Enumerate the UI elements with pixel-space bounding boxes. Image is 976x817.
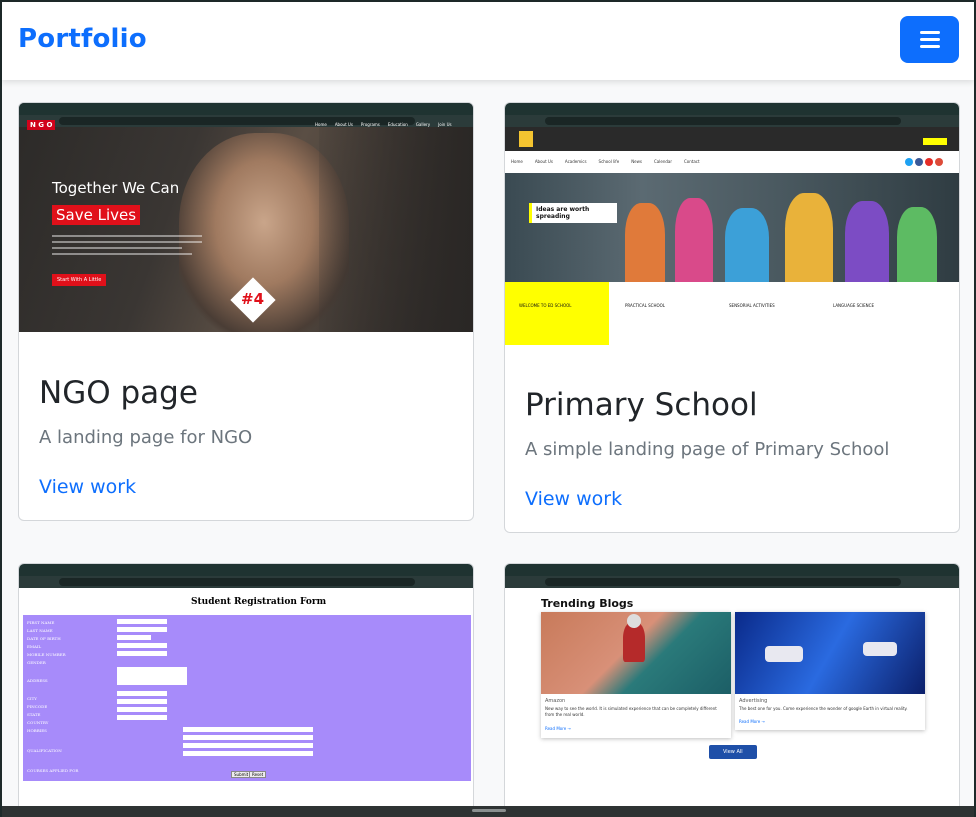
school-nav-item: Contact xyxy=(684,159,700,164)
card-title: NGO page xyxy=(39,375,198,411)
ngo-body-lines xyxy=(52,235,202,255)
ngo-nav-item: Join Us xyxy=(438,122,452,127)
bottom-scroll-strip xyxy=(2,806,974,817)
form-label: CITY xyxy=(27,696,37,701)
school-nav-item: News xyxy=(631,159,642,164)
ngo-headline-2: Save Lives xyxy=(52,205,141,225)
project-card-registration-form: Student Registration Form FIRST NAME LAS… xyxy=(18,563,474,817)
registration-form-screenshot: Student Registration Form FIRST NAME LAS… xyxy=(19,564,473,784)
browser-tab-bar xyxy=(505,564,959,576)
trending-blogs-screenshot: Trending Blogs Amazon New way to see the… xyxy=(505,564,959,784)
school-nav-item: Home xyxy=(511,159,523,164)
social-icons xyxy=(905,158,943,166)
form-label: MOBILE NUMBER xyxy=(27,652,66,657)
ngo-nav: Home About Us Programs Education Gallery… xyxy=(315,122,452,127)
form-label: FIRST NAME xyxy=(27,620,55,625)
form-label: DATE OF BIRTH xyxy=(27,636,61,641)
form-label: EMAIL xyxy=(27,644,42,649)
ngo-screenshot: N G O Home About Us Programs Education G… xyxy=(19,103,473,332)
form-labels: FIRST NAME LAST NAME DATE OF BIRTH EMAIL… xyxy=(27,619,78,775)
blog-card: Advertising The best one for you. Come e… xyxy=(735,612,925,730)
form-panel: FIRST NAME LAST NAME DATE OF BIRTH EMAIL… xyxy=(23,615,471,781)
ngo-cta-button: Start With A Little xyxy=(52,274,107,286)
form-label: COURSES APPLIED FOR xyxy=(27,768,79,773)
school-feature-yellow xyxy=(505,282,609,345)
card-title: Primary School xyxy=(525,387,758,423)
browser-tab-bar xyxy=(19,564,473,576)
blog-image xyxy=(541,612,731,694)
project-card-trending-blogs: Trending Blogs Amazon New way to see the… xyxy=(504,563,960,817)
form-label: LAST NAME xyxy=(27,628,53,633)
browser-address-bar xyxy=(505,576,959,588)
card-text: A landing page for NGO xyxy=(39,427,253,448)
view-work-link[interactable]: View work xyxy=(39,476,136,498)
blog-read-more: Read More → xyxy=(545,726,571,731)
qualification-table xyxy=(133,727,313,759)
school-nav-item: Calendar xyxy=(654,159,672,164)
browser-tab-bar xyxy=(19,103,473,115)
browser-address-bar xyxy=(505,115,959,127)
ngo-badge-text: #4 xyxy=(241,290,265,308)
ngo-nav-item: Programs xyxy=(360,122,380,127)
blog-card: Amazon New way to see the world. It is s… xyxy=(541,612,731,738)
ngo-nav-item: Education xyxy=(387,122,408,127)
school-nav-item: Academics xyxy=(564,159,587,164)
project-card-ngo: N G O Home About Us Programs Education G… xyxy=(18,102,474,521)
blog-body: The best one for you. Come experience th… xyxy=(739,706,908,711)
hamburger-icon-bar xyxy=(919,38,940,41)
hamburger-icon-bar xyxy=(919,31,940,34)
form-label: STATE xyxy=(27,712,41,717)
school-nav: Home About Us Academics School life News… xyxy=(511,159,700,164)
ngo-logo: N G O xyxy=(27,120,56,130)
browser-tab-bar xyxy=(505,103,959,115)
form-label: GENDER xyxy=(27,660,46,665)
blog-image xyxy=(735,612,925,694)
school-logo xyxy=(519,131,533,147)
form-heading: Student Registration Form xyxy=(191,597,327,607)
school-header xyxy=(505,127,959,151)
scroll-handle[interactable] xyxy=(472,809,506,812)
blog-tag: Advertising xyxy=(739,698,768,704)
blogs-view-all-button: View All xyxy=(709,745,757,759)
ngo-nav-item: Gallery xyxy=(415,122,431,127)
form-label: HOBBIES xyxy=(27,728,47,733)
form-label: QUALIFICATION xyxy=(27,748,62,753)
primary-school-screenshot: Home About Us Academics School life News… xyxy=(505,103,959,345)
form-reset-button: Reset xyxy=(249,771,267,778)
school-banner-box: Ideas are worth spreading xyxy=(529,203,617,223)
blog-body: New way to see the world. It is simulate… xyxy=(545,706,717,717)
form-label: ADDRESS xyxy=(27,678,48,683)
school-feature: WELCOME TO ED SCHOOL xyxy=(519,303,572,308)
browser-address-bar xyxy=(19,576,473,588)
children-photo xyxy=(505,173,959,282)
school-nav-item: About Us xyxy=(534,159,553,164)
school-header-accent xyxy=(923,138,947,145)
school-feature: PRACTICAL SCHOOL xyxy=(625,303,666,308)
ngo-nav-item: Home xyxy=(315,122,327,127)
form-label: PINCODE xyxy=(27,704,48,709)
school-feature: LANGUAGE SCIENCE xyxy=(833,303,874,308)
form-label: COUNTRY xyxy=(27,720,49,725)
project-card-primary-school: Home About Us Academics School life News… xyxy=(504,102,960,533)
brand-link[interactable]: Portfolio xyxy=(18,24,147,54)
blogs-heading: Trending Blogs xyxy=(541,597,634,610)
navbar: Portfolio xyxy=(2,2,974,80)
hood-shape xyxy=(319,127,473,332)
ngo-nav-item: About Us xyxy=(334,122,353,127)
blog-read-more: Read More → xyxy=(739,719,765,724)
school-nav-item: School life xyxy=(598,159,620,164)
view-work-link[interactable]: View work xyxy=(525,488,622,510)
ngo-headline-1: Together We Can xyxy=(52,179,180,197)
menu-toggle-button[interactable] xyxy=(900,16,959,63)
school-feature: SENSORIAL ACTIVITIES xyxy=(729,303,775,308)
hamburger-icon-bar xyxy=(919,45,940,48)
form-inputs xyxy=(117,619,187,723)
blog-tag: Amazon xyxy=(545,698,566,704)
card-text: A simple landing page of Primary School xyxy=(525,439,890,460)
